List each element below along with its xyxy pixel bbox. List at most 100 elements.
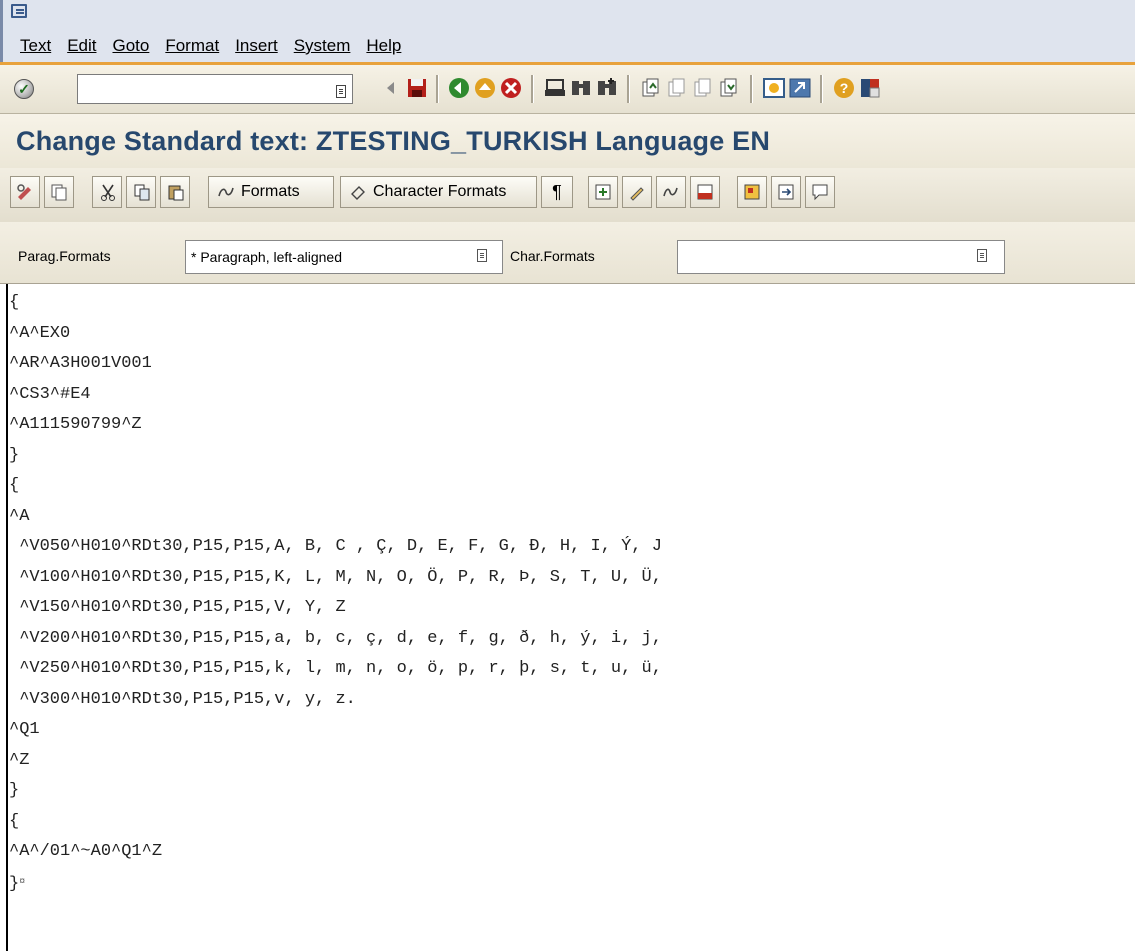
formats-small-icon [663, 187, 678, 197]
insert-button[interactable] [588, 176, 618, 208]
save-icon[interactable] [405, 76, 429, 100]
char-formats-dropdown-icon[interactable] [977, 249, 987, 262]
exit-icon[interactable] [473, 76, 497, 100]
menu-goto[interactable]: Goto [112, 36, 149, 56]
menu-help[interactable]: Help [366, 36, 401, 56]
editor-line[interactable]: ^A111590799^Z [9, 410, 662, 441]
editor-line[interactable]: ^AR^A3H001V001 [9, 349, 662, 380]
symbols-button[interactable] [737, 176, 767, 208]
paste-button[interactable] [160, 176, 190, 208]
toolbar-separator [820, 75, 823, 103]
parag-formats-dropdown-icon[interactable] [477, 249, 487, 262]
layout-button[interactable] [690, 176, 720, 208]
other-object-button[interactable] [44, 176, 74, 208]
toolbar-separator [436, 75, 439, 103]
editor-lines: {^A^EX0 ^AR^A3H001V001 ^CS3^#E4 ^A111590799… [9, 288, 662, 898]
parag-formats-value: * Paragraph, left-aligned [191, 249, 342, 265]
scissors-icon [101, 184, 115, 201]
page-title: Change Standard text: ZTESTING_TURKISH L… [16, 126, 771, 156]
help-icon[interactable]: ? [832, 76, 856, 100]
format-bar: Parag.Formats * Paragraph, left-aligned … [0, 222, 1135, 284]
character-formats-label: Character Formats [373, 183, 507, 200]
menu-system[interactable]: System [294, 36, 351, 56]
editor-line[interactable]: ^V150^H010^RDt30,P15,P15,V, Y, Z [9, 593, 662, 624]
editor-line[interactable]: { [9, 807, 662, 838]
command-history-dropdown-icon[interactable] [336, 85, 346, 98]
comment-icon [812, 184, 828, 201]
insert-icon [595, 184, 611, 200]
previous-page-icon[interactable] [665, 76, 689, 100]
editor-line[interactable]: ^V250^H010^RDt30,P15,P15,k, l, m, n, o, … [9, 654, 662, 685]
find-next-icon[interactable] [595, 76, 619, 100]
system-menu-icon[interactable] [11, 4, 27, 18]
formats-label: Formats [241, 183, 300, 200]
command-field[interactable] [77, 74, 353, 104]
text-editor[interactable]: {^A^EX0 ^AR^A3H001V001 ^CS3^#E4 ^A111590799… [0, 284, 1135, 951]
shortcut-icon[interactable] [788, 76, 812, 100]
toolbar-separator [627, 75, 630, 103]
display-change-button[interactable] [10, 176, 40, 208]
menu-text[interactable]: Text [20, 36, 51, 56]
back-icon[interactable] [447, 76, 471, 100]
editor-line[interactable]: ^Z [9, 746, 662, 777]
char-formats-field[interactable] [677, 240, 1005, 274]
formats-button[interactable]: Formats [208, 176, 334, 208]
editor-line[interactable]: }¤ [9, 868, 662, 899]
editor-line[interactable]: ^Q1 [9, 715, 662, 746]
menu-list: Text Edit Goto Format Insert System Help [20, 36, 417, 56]
editor-line[interactable]: ^A^EX0 [9, 319, 662, 350]
menu-format[interactable]: Format [165, 36, 219, 56]
cut-button[interactable] [92, 176, 122, 208]
editor-line[interactable]: ^CS3^#E4 [9, 380, 662, 411]
menu-edit[interactable]: Edit [67, 36, 96, 56]
title-area: Change Standard text: ZTESTING_TURKISH L… [0, 114, 1135, 168]
svg-text:?: ? [840, 80, 849, 96]
enter-icon[interactable]: ✓ [14, 79, 34, 99]
layout-menu-icon[interactable] [858, 76, 882, 100]
find-icon[interactable] [569, 76, 593, 100]
paragraph-marks-button[interactable]: ¶ [541, 176, 573, 208]
first-page-icon[interactable] [639, 76, 663, 100]
pencil-icon [630, 187, 644, 201]
toolbar-separator [531, 75, 534, 103]
editor-margin-line [6, 284, 8, 951]
editor-line[interactable]: } [9, 776, 662, 807]
next-page-icon[interactable] [691, 76, 715, 100]
create-session-icon[interactable] [762, 76, 786, 100]
cancel-icon[interactable] [499, 76, 523, 100]
parag-formats-label: Parag.Formats [18, 248, 111, 264]
eraser-icon [351, 186, 365, 200]
paragraph-icon: ¶ [552, 182, 562, 202]
editor-line[interactable]: ^V200^H010^RDt30,P15,P15,a, b, c, ç, d, … [9, 624, 662, 655]
editor-line[interactable]: ^V300^H010^RDt30,P15,P15,v, y, z. [9, 685, 662, 716]
toolbar-separator [750, 75, 753, 103]
editor-line[interactable]: ^A [9, 502, 662, 533]
transfer-button[interactable] [771, 176, 801, 208]
comment-button[interactable] [805, 176, 835, 208]
transfer-icon [778, 184, 794, 200]
editor-line[interactable]: } [9, 441, 662, 472]
menu-bar: Text Edit Goto Format Insert System Help [0, 0, 1135, 62]
parag-formats-field[interactable]: * Paragraph, left-aligned [185, 240, 503, 274]
print-icon[interactable] [543, 76, 567, 100]
editor-line[interactable]: { [9, 288, 662, 319]
editor-line[interactable]: { [9, 471, 662, 502]
pencil-glasses-icon [17, 184, 31, 200]
character-formats-button[interactable]: Character Formats [340, 176, 537, 208]
layout-icon [697, 184, 713, 200]
paste-icon [168, 185, 184, 201]
symbols-icon [744, 184, 760, 200]
edit-button[interactable] [622, 176, 652, 208]
editor-line[interactable]: ^V100^H010^RDt30,P15,P15,K, L, M, N, O, … [9, 563, 662, 594]
last-page-icon[interactable] [717, 76, 741, 100]
documents-icon [51, 184, 67, 201]
copy-button[interactable] [126, 176, 156, 208]
back-arrow-icon[interactable] [379, 76, 403, 100]
menu-insert[interactable]: Insert [235, 36, 278, 56]
formats-small-button[interactable] [656, 176, 686, 208]
end-of-text-mark: ¤ [19, 876, 26, 888]
formats-icon [218, 187, 234, 197]
editor-line[interactable]: ^A^/01^~A0^Q1^Z [9, 837, 662, 868]
standard-toolbar: ✓ ? [0, 62, 1135, 114]
editor-line[interactable]: ^V050^H010^RDt30,P15,P15,A, B, C , Ç, D,… [9, 532, 662, 563]
